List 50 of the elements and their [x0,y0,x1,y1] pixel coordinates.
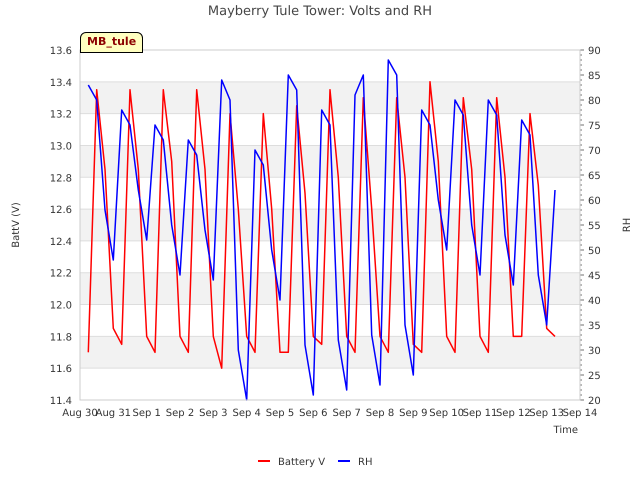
right-tick-label: 40 [588,296,601,307]
right-tick-label: 75 [588,121,601,132]
right-tick-label: 65 [588,171,601,182]
right-tick-label: 50 [588,246,601,257]
x-tick-label: Sep 6 [299,408,328,419]
right-tick-label: 30 [588,346,601,357]
x-tick-label: Sep 10 [429,408,464,419]
y-tick-label: 13.6 [50,46,72,57]
right-axis-title: RH [622,218,633,232]
y-tick-label: 11.4 [50,396,72,407]
legend-label: RH [358,457,372,468]
x-tick-label: Sep 11 [462,408,498,419]
y-tick-label: 12.6 [50,205,72,216]
y-tick-label: 12.4 [50,236,72,248]
y-tick-label: 12.2 [50,268,72,280]
right-tick-label: 55 [588,221,601,232]
y-tick-label: 13.4 [50,78,72,89]
right-tick-label: 90 [588,46,601,57]
x-tick-label: Sep 1 [132,408,161,419]
x-axis-title: Time [554,425,578,436]
right-tick-label: 45 [588,271,601,282]
y-tick-label: 11.8 [50,332,72,344]
y-tick-label: 12.8 [50,173,72,184]
y-tick-label: 12.0 [50,300,72,312]
right-tick-label: 60 [588,196,601,207]
y-tick-label: 11.6 [50,364,72,376]
x-tick-label: Sep 9 [399,408,428,419]
x-tick-label: Sep 13 [529,408,564,419]
right-tick-label: 20 [588,396,601,407]
y-tick-label: 13.0 [50,141,72,152]
x-tick-label: Sep 7 [332,408,361,419]
right-tick-label: 70 [588,146,601,157]
x-tick-label: Sep 3 [199,408,228,419]
right-tick-label: 80 [588,96,601,107]
x-tick-label: Sep 8 [366,408,394,419]
x-tick-label: Sep 2 [166,408,194,419]
x-tick-label: Sep 5 [266,408,294,419]
right-tick-label: 25 [588,371,601,382]
right-tick-label: 85 [588,71,601,82]
x-tick-label: Aug 31 [96,408,132,419]
legend-label: Battery V [278,457,326,468]
x-tick-label: Sep 4 [232,408,261,419]
x-tick-label: Sep 12 [496,408,531,419]
chart-title: Mayberry Tule Tower: Volts and RH [208,4,432,19]
y-tick-label: 13.2 [50,110,72,121]
y-axis-title: BattV (V) [11,202,22,248]
x-tick-label: Sep 14 [562,408,598,419]
station-badge: MB_tule [80,32,144,52]
right-tick-label: 35 [588,321,601,332]
x-tick-label: Aug 30 [62,408,98,419]
